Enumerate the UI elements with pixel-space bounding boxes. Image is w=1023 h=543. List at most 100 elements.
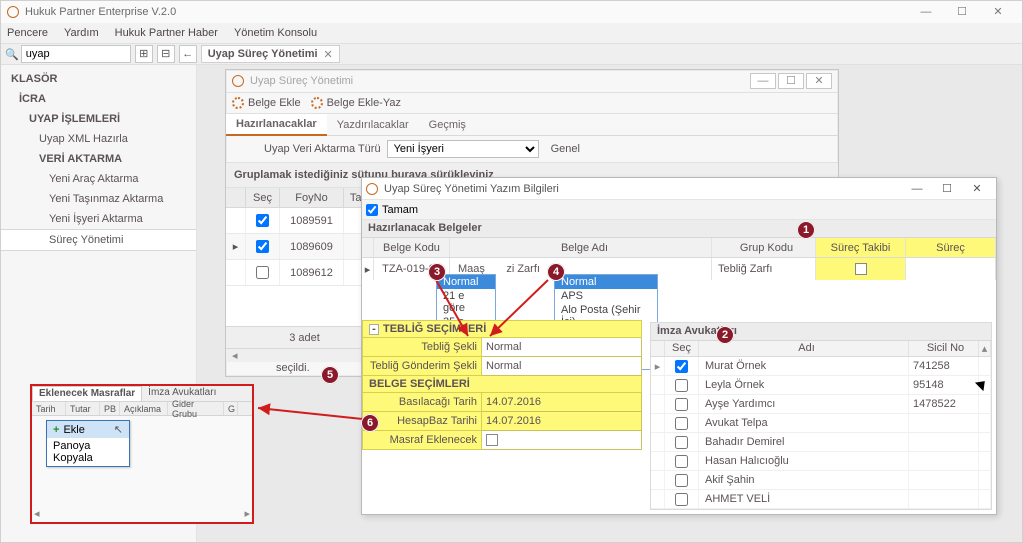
basilacagi-tarih-value[interactable]: 14.07.2016 xyxy=(482,393,642,412)
row-checkbox[interactable] xyxy=(675,493,688,506)
scroll-right-icon[interactable]: ▸ xyxy=(244,507,250,520)
imza-row[interactable]: Ayşe Yardımcı1478522 xyxy=(651,395,991,414)
hesapbaz-tarih-value[interactable]: 14.07.2016 xyxy=(482,412,642,431)
win1-maximize-button[interactable]: ☐ xyxy=(778,73,804,89)
col-belge-kodu[interactable]: Belge Kodu xyxy=(374,238,450,257)
scroll-up-icon[interactable]: ▴ xyxy=(979,341,991,356)
row-checkbox[interactable] xyxy=(675,379,688,392)
genel-label[interactable]: Genel xyxy=(551,143,580,155)
document-tab-close-icon[interactable]: ✕ xyxy=(324,48,333,61)
win1-minimize-button[interactable]: — xyxy=(750,73,776,89)
gonderim-sekli-value[interactable]: Normal xyxy=(482,357,642,376)
imza-row[interactable]: Bahadır Demirel xyxy=(651,433,991,452)
document-tab[interactable]: Uyap Süreç Yönetimi ✕ xyxy=(201,45,340,63)
search-input[interactable] xyxy=(21,45,131,63)
dd-option[interactable]: 21 e göre xyxy=(437,289,495,315)
tamam-checkbox[interactable] xyxy=(366,204,378,216)
win2-maximize-button[interactable]: ☐ xyxy=(932,179,962,199)
teblig-sekli-value[interactable]: Normal xyxy=(482,338,642,357)
row-checkbox[interactable] xyxy=(256,214,269,227)
row-checkbox[interactable] xyxy=(675,398,688,411)
imza-row[interactable]: Akif Şahin xyxy=(651,471,991,490)
row-checkbox[interactable] xyxy=(675,436,688,449)
minimize-button[interactable]: — xyxy=(908,1,944,23)
imza-row[interactable]: Hasan Halıcıoğlu xyxy=(651,452,991,471)
scroll-left-icon[interactable]: ◂ xyxy=(232,349,238,362)
row-checkbox[interactable] xyxy=(675,474,688,487)
cell-foyno: 1089612 xyxy=(280,260,344,285)
row-checkbox[interactable] xyxy=(256,240,269,253)
sidebar-arac[interactable]: Yeni Araç Aktarma xyxy=(1,169,196,189)
col-belge-adi[interactable]: Belge Adı xyxy=(450,238,712,257)
col-g[interactable]: G xyxy=(224,402,238,415)
sidebar-surec[interactable]: Süreç Yönetimi xyxy=(1,229,196,251)
tab-gecmis[interactable]: Geçmiş xyxy=(419,115,476,135)
win2-minimize-button[interactable]: — xyxy=(902,179,932,199)
tab-hazirlanacaklar[interactable]: Hazırlanacaklar xyxy=(226,114,327,136)
col-sicil[interactable]: Sicil No xyxy=(909,341,979,356)
dd-option[interactable]: Normal xyxy=(437,275,495,289)
sidebar-uyap-islemleri[interactable]: UYAP İŞLEMLERİ xyxy=(1,109,196,129)
filter-select[interactable]: Yeni İşyeri xyxy=(387,140,539,158)
win2-close-button[interactable]: ✕ xyxy=(962,179,992,199)
scroll-left-icon[interactable]: ◂ xyxy=(34,507,40,520)
filter-label: Uyap Veri Aktarma Türü xyxy=(264,143,381,155)
imza-row[interactable]: Avukat Telpa xyxy=(651,414,991,433)
sidebar-klasor[interactable]: KLASÖR xyxy=(1,69,196,89)
dd-option[interactable]: APS xyxy=(555,289,657,303)
sidebar-icra[interactable]: İCRA xyxy=(1,89,196,109)
row-checkbox[interactable] xyxy=(675,417,688,430)
yazim-bilgileri-dialog: Uyap Süreç Yönetimi Yazım Bilgileri — ☐ … xyxy=(361,177,997,515)
menu-yardim[interactable]: Yardım xyxy=(64,27,99,39)
back-button[interactable]: ← xyxy=(179,45,197,63)
col-grup-kodu[interactable]: Grup Kodu xyxy=(712,238,816,257)
row-checkbox[interactable] xyxy=(256,266,269,279)
menu-haber[interactable]: Hukuk Partner Haber xyxy=(115,27,218,39)
menu-panoya-kopyala[interactable]: Panoya Kopyala xyxy=(47,438,129,466)
col-foyno[interactable]: FoyNo xyxy=(280,188,344,207)
sidebar-tasinmaz[interactable]: Yeni Taşınmaz Aktarma xyxy=(1,189,196,209)
menu-konsol[interactable]: Yönetim Konsolu xyxy=(234,27,317,39)
belge-ekle-button[interactable]: Belge Ekle xyxy=(232,97,301,109)
menu-pencere[interactable]: Pencere xyxy=(7,27,48,39)
col-adi[interactable]: Adı xyxy=(699,341,909,356)
sidebar-veri-aktarma[interactable]: VERİ AKTARMA xyxy=(1,149,196,169)
win1-close-button[interactable]: ✕ xyxy=(806,73,832,89)
col-surec[interactable]: Süreç xyxy=(906,238,996,257)
checkbox-icon[interactable] xyxy=(855,263,867,275)
imza-row[interactable]: Leyla Örnek95148 xyxy=(651,376,991,395)
cell-sicil xyxy=(909,414,979,432)
sidebar-isyeri[interactable]: Yeni İşyeri Aktarma xyxy=(1,209,196,229)
row-marker-icon xyxy=(651,414,665,432)
ring-icon xyxy=(232,97,244,109)
col-sec[interactable]: Seç xyxy=(665,341,699,356)
remove-button[interactable]: ⊟ xyxy=(157,45,175,63)
row-checkbox[interactable] xyxy=(675,360,688,373)
imza-row[interactable]: AHMET VELİ xyxy=(651,490,991,509)
col-sec[interactable]: Seç xyxy=(246,188,280,207)
cell-surec-takibi[interactable] xyxy=(816,258,906,280)
col-tutar[interactable]: Tutar xyxy=(66,402,100,415)
row-checkbox[interactable] xyxy=(675,455,688,468)
masraf-eklenecek-value[interactable] xyxy=(482,431,642,450)
tab-eklenecek-masraflar[interactable]: Eklenecek Masraflar xyxy=(32,386,142,401)
belge-ekle-yaz-button[interactable]: Belge Ekle-Yaz xyxy=(311,97,401,109)
tab-yazdirilacaklar[interactable]: Yazdırılacaklar xyxy=(327,115,419,135)
sidebar-uyap-xml[interactable]: Uyap XML Hazırla xyxy=(1,129,196,149)
col-tarih[interactable]: Tarih xyxy=(32,402,66,415)
win1-titlebar: Uyap Süreç Yönetimi — ☐ ✕ xyxy=(226,70,838,92)
add-button[interactable]: ⊞ xyxy=(135,45,153,63)
col-aciklama[interactable]: Açıklama xyxy=(120,402,168,415)
dd-option[interactable]: Normal xyxy=(555,275,657,289)
imza-tab[interactable]: İmza Avukatları xyxy=(651,323,991,341)
ring-icon xyxy=(311,97,323,109)
maximize-button[interactable]: ☐ xyxy=(944,1,980,23)
cell-surec xyxy=(906,258,996,280)
menu-ekle[interactable]: +Ekle↖ xyxy=(47,421,129,438)
col-pb[interactable]: PB xyxy=(100,402,120,415)
col-surec-takibi[interactable]: Süreç Takibi xyxy=(816,238,906,257)
imza-row[interactable]: ▸Murat Örnek741258 xyxy=(651,357,991,376)
col-gider-grubu[interactable]: Gider Grubu xyxy=(168,402,224,415)
close-button[interactable]: ✕ xyxy=(980,1,1016,23)
checkbox-icon[interactable] xyxy=(486,434,498,446)
